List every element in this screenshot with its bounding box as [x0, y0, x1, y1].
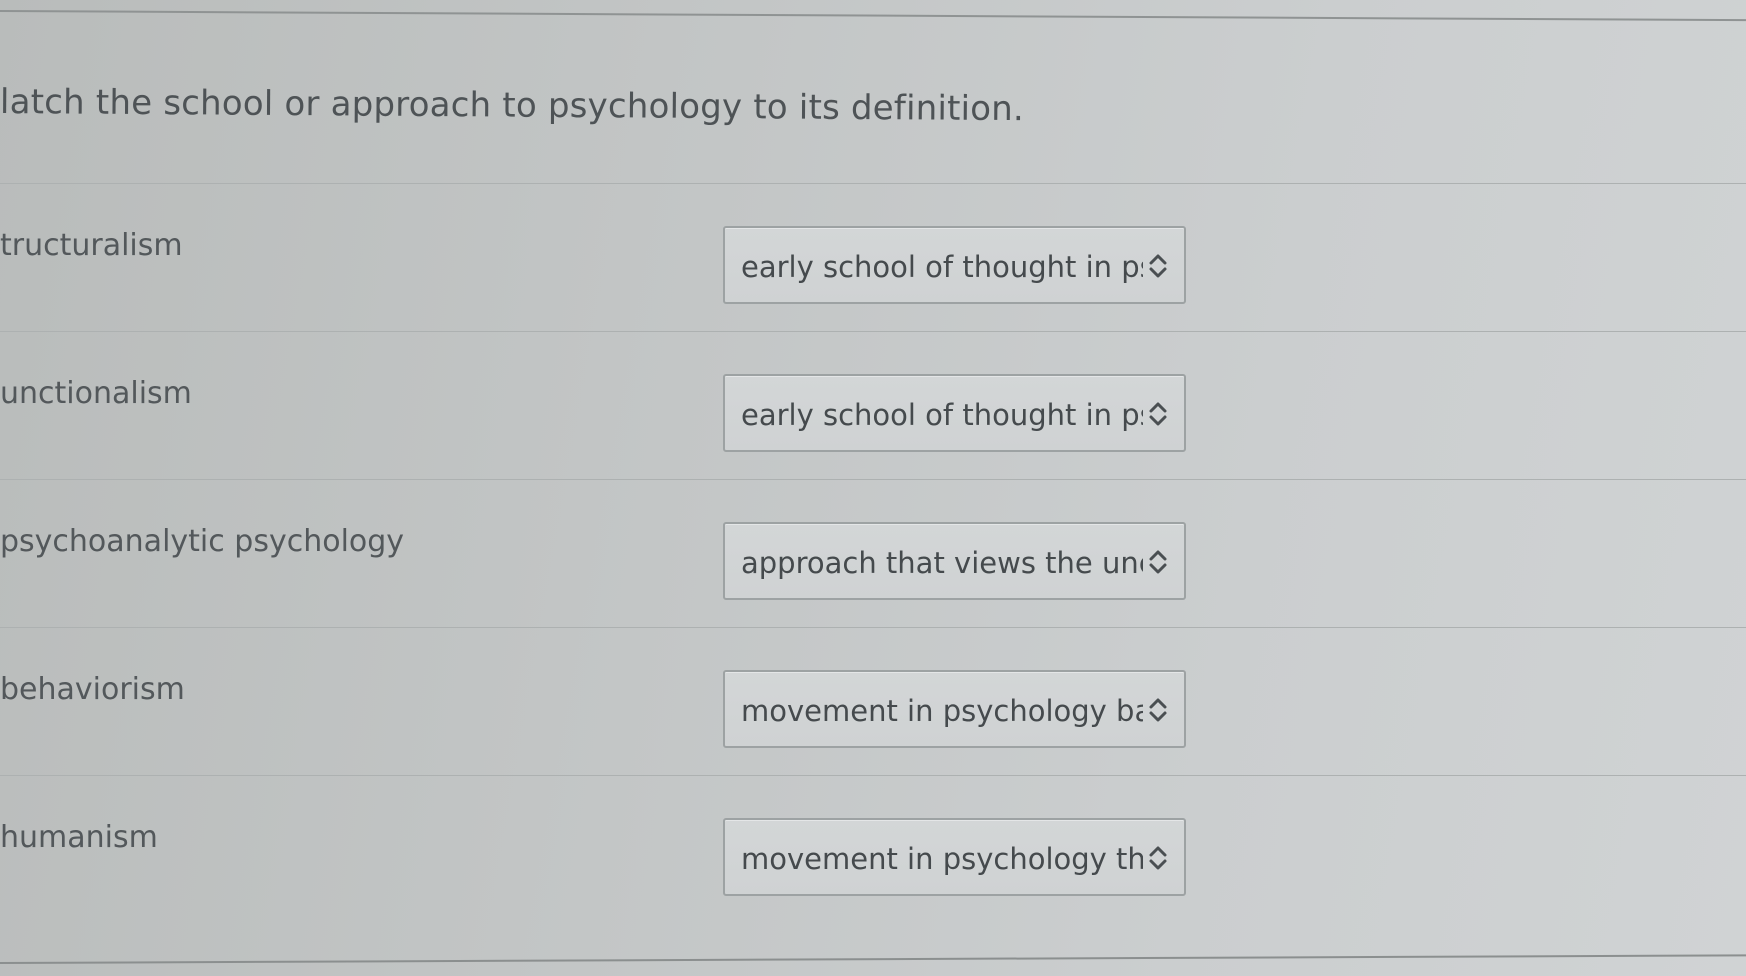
matching-row-behaviorism: behaviorism movement in psychology based	[0, 627, 1746, 775]
up-down-chevron-icon	[1149, 550, 1167, 574]
selected-definition: early school of thought in psychology	[741, 250, 1143, 284]
definition-select-behaviorism[interactable]: movement in psychology based	[723, 670, 1186, 748]
matching-list: tructuralism early school of thought in …	[0, 183, 1746, 923]
selected-definition: early school of thought in psychology	[741, 398, 1143, 432]
term-label: behaviorism	[0, 672, 185, 707]
term-label: tructuralism	[0, 228, 183, 263]
selected-definition: approach that views the unconscious	[741, 546, 1143, 580]
up-down-chevron-icon	[1149, 698, 1167, 722]
bottom-divider	[0, 954, 1746, 964]
term-label: unctionalism	[0, 376, 192, 411]
selected-definition: movement in psychology that v	[741, 842, 1143, 876]
matching-row-psychoanalytic: psychoanalytic psychology approach that …	[0, 479, 1746, 627]
question-prompt: latch the school or approach to psycholo…	[0, 82, 1025, 130]
up-down-chevron-icon	[1149, 402, 1167, 426]
matching-row-functionalism: unctionalism early school of thought in …	[0, 331, 1746, 479]
definition-select-functionalism[interactable]: early school of thought in psychology	[723, 374, 1186, 452]
definition-select-structuralism[interactable]: early school of thought in psychology	[723, 226, 1186, 304]
term-label: psychoanalytic psychology	[0, 524, 405, 559]
up-down-chevron-icon	[1149, 846, 1167, 870]
definition-select-psychoanalytic[interactable]: approach that views the unconscious	[723, 522, 1186, 600]
up-down-chevron-icon	[1149, 254, 1167, 278]
selected-definition: movement in psychology based	[741, 694, 1143, 728]
matching-row-structuralism: tructuralism early school of thought in …	[0, 183, 1746, 331]
term-label: humanism	[0, 820, 158, 855]
top-divider	[0, 10, 1746, 22]
definition-select-humanism[interactable]: movement in psychology that v	[723, 818, 1186, 896]
matching-row-humanism: humanism movement in psychology that v	[0, 775, 1746, 923]
